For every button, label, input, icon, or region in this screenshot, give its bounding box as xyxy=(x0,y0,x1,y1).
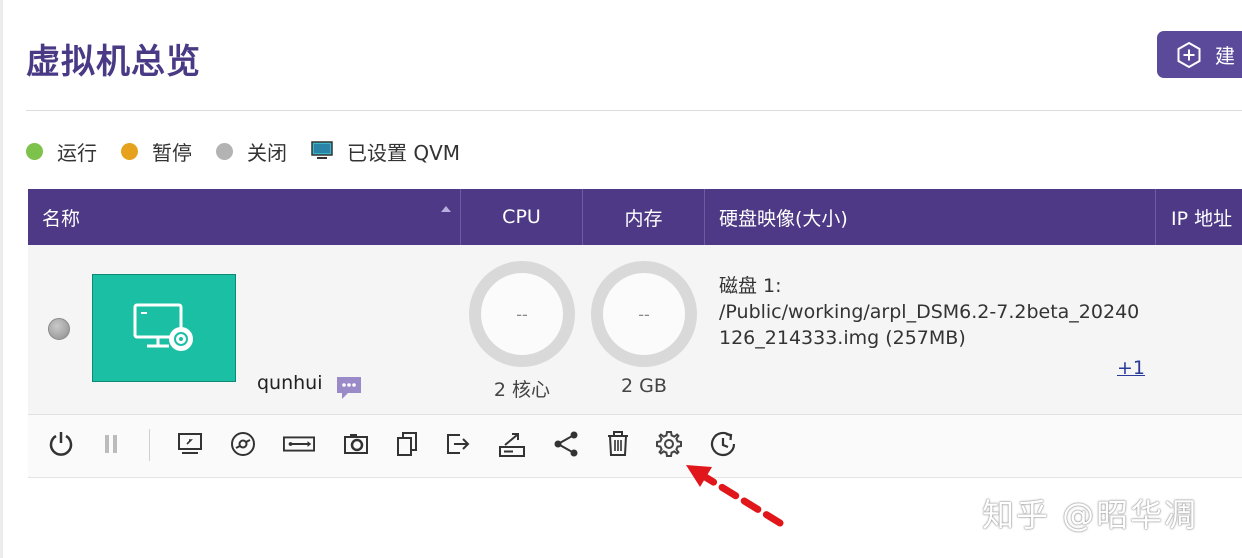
delete-icon[interactable] xyxy=(602,428,634,460)
vm-table: 名称 CPU 内存 硬盘映像(大小) IP 地址 qunhui -- 2 核心 … xyxy=(28,189,1242,478)
running-dot-icon xyxy=(26,142,43,160)
col-divider xyxy=(1155,189,1156,245)
page-title: 虚拟机总览 xyxy=(26,42,201,82)
power-icon[interactable] xyxy=(45,428,77,460)
legend-stopped-label: 关闭 xyxy=(247,140,287,165)
toolbar-divider xyxy=(149,429,150,461)
legend-qvm-label: 已设置 QVM xyxy=(347,140,461,165)
export-icon[interactable] xyxy=(442,428,474,460)
legend-running-label: 运行 xyxy=(57,140,97,165)
paused-dot-icon xyxy=(121,142,138,160)
disc-icon[interactable] xyxy=(227,428,259,460)
create-vm-label: 建 xyxy=(1215,44,1235,68)
clone-icon[interactable] xyxy=(391,428,423,460)
status-legend: 运行 暂停 关闭 已设置 QVM xyxy=(26,137,484,166)
legend-paused-label: 暂停 xyxy=(152,140,192,165)
add-icon xyxy=(1177,41,1201,68)
legend-running: 运行 xyxy=(26,137,97,166)
legend-stopped: 关闭 xyxy=(216,137,287,166)
disk-path: /Public/working/arpl_DSM6.2-7.2beta_2024… xyxy=(719,301,1140,349)
annotation-arrow-icon xyxy=(686,465,784,527)
vm-desktop-disc-icon xyxy=(133,303,193,351)
memory-usage-ring: -- xyxy=(591,261,697,367)
share-icon[interactable] xyxy=(550,428,582,460)
cpu-usage-ring: -- xyxy=(469,261,575,367)
left-border xyxy=(0,0,3,558)
usb-icon[interactable] xyxy=(283,428,315,460)
legend-qvm: 已设置 QVM xyxy=(311,137,460,166)
snapshot-icon[interactable] xyxy=(340,428,372,460)
col-disk-header[interactable]: 硬盘映像(大小) xyxy=(719,189,1149,245)
sort-asc-icon xyxy=(441,206,451,212)
vm-name[interactable]: qunhui xyxy=(257,372,323,394)
more-disks-link[interactable]: +1 xyxy=(1117,357,1145,379)
legend-paused: 暂停 xyxy=(121,137,192,166)
col-ip-header[interactable]: IP 地址 xyxy=(1171,189,1242,245)
disk-image-info: 磁盘 1: /Public/working/arpl_DSM6.2-7.2bet… xyxy=(719,273,1149,351)
col-memory-header[interactable]: 内存 xyxy=(583,189,704,245)
memory-size-label: 2 GB xyxy=(621,375,667,397)
watermark: 知乎 @昭华凋 xyxy=(982,496,1199,534)
monitor-icon xyxy=(311,141,333,159)
pause-icon[interactable] xyxy=(95,428,127,460)
col-divider xyxy=(704,189,705,245)
console-icon[interactable] xyxy=(174,428,206,460)
cpu-cores-label: 2 核心 xyxy=(493,379,551,401)
vm-action-toolbar xyxy=(28,415,1242,478)
disk-title: 磁盘 1: xyxy=(719,275,782,297)
note-icon[interactable] xyxy=(336,376,362,400)
col-name-header[interactable]: 名称 xyxy=(42,189,442,245)
col-cpu-header[interactable]: CPU xyxy=(461,189,582,245)
memory-usage: -- 2 GB xyxy=(591,261,697,397)
vm-thumbnail[interactable] xyxy=(92,274,236,382)
divider xyxy=(26,110,1242,111)
vm-status-stopped-icon xyxy=(48,318,70,340)
cpu-usage: -- 2 核心 xyxy=(469,261,575,402)
table-header: 名称 CPU 内存 硬盘映像(大小) IP 地址 xyxy=(28,189,1242,245)
stopped-dot-icon xyxy=(216,142,233,160)
migrate-icon[interactable] xyxy=(496,428,528,460)
create-vm-button[interactable]: 建 xyxy=(1157,31,1242,78)
table-row[interactable]: qunhui -- 2 核心 -- 2 GB 磁盘 1: /Public/wor… xyxy=(28,245,1242,415)
